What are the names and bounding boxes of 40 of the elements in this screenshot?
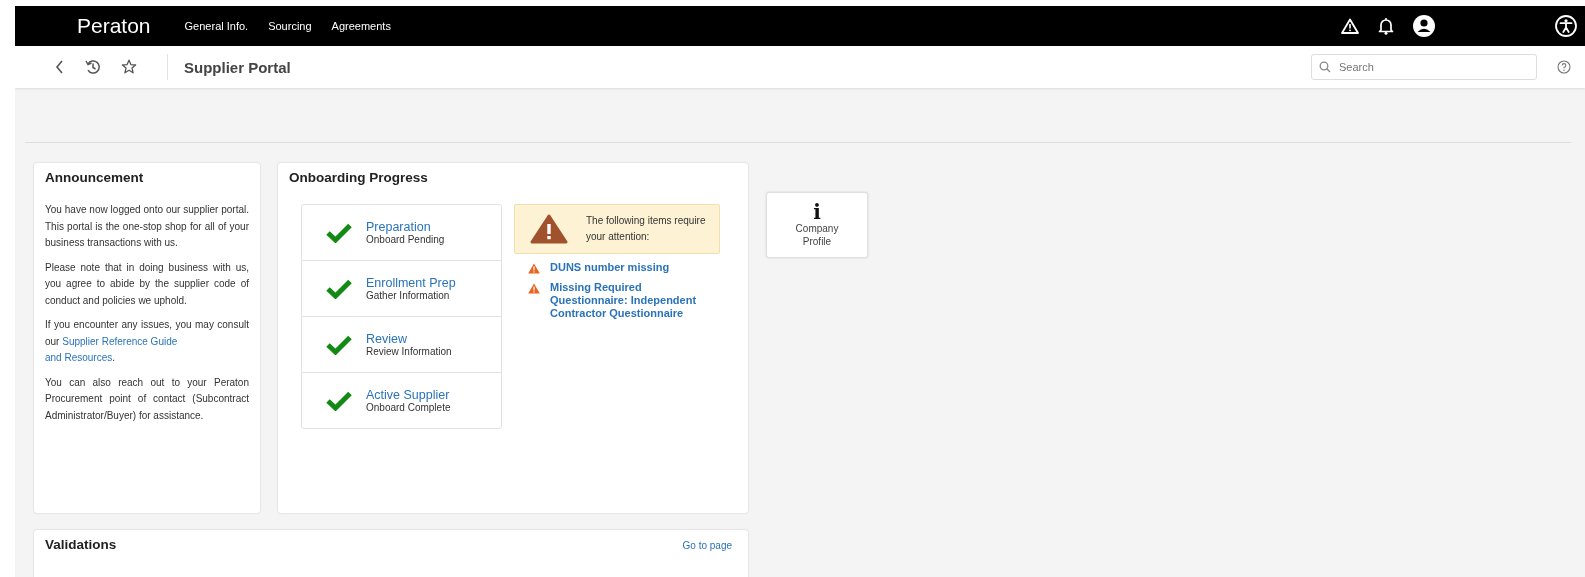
warning-icon (528, 263, 540, 274)
accessibility-icon[interactable] (1555, 15, 1577, 37)
reference-guide-link[interactable]: Supplier Reference Guide (62, 335, 178, 347)
page-title: Supplier Portal (184, 58, 291, 76)
help-icon[interactable] (1557, 60, 1571, 74)
card-title: Announcement (45, 170, 145, 185)
announcement-text: You can also reach out to your Peraton Procurement point of contact (Subcontract Administrator/Buyer) for assistance. (45, 375, 249, 423)
go-to-page-link[interactable]: Go to page (682, 540, 732, 551)
back-icon[interactable] (55, 60, 65, 74)
issue-link[interactable]: DUNS number missing (550, 261, 670, 274)
nav-link[interactable]: Agreements (331, 20, 391, 32)
search-icon (1319, 61, 1331, 73)
step-status: Gather Information (366, 290, 451, 301)
user-avatar-icon[interactable] (1413, 15, 1435, 37)
step-status: Onboard Pending (366, 234, 445, 245)
nav-link[interactable]: General Info. (184, 20, 249, 32)
step-status: Onboard Complete (366, 402, 451, 413)
step-status: Review Information (366, 346, 452, 357)
announcement-text: If you encounter any issues, you may consult our Supplier Reference Guide and Resources. (45, 318, 249, 365)
card-title: Onboarding Progress (289, 170, 429, 185)
warning-icon (528, 283, 540, 294)
step-link[interactable]: Enrollment Prep (366, 276, 456, 290)
step-link[interactable]: Preparation (366, 220, 445, 234)
card-title: Validations (45, 537, 117, 552)
announcement-text: You have now logged onto our supplier portal. This portal is the one-stop shop for all of your business transactions with us. (45, 203, 249, 250)
step-link[interactable]: Review (366, 332, 452, 346)
announcement-text: Please note that in doing business with us, you agree to abide by the supplier code of conduct and policies we uphold. (45, 260, 249, 308)
warning-icon (530, 214, 568, 244)
logo[interactable]: Peraton (77, 14, 151, 38)
search-field[interactable]: Search (1311, 54, 1537, 80)
warning-icon[interactable] (1341, 18, 1359, 34)
bell-icon[interactable] (1378, 17, 1394, 35)
info-icon: i (813, 202, 821, 222)
star-icon[interactable] (121, 59, 137, 75)
history-icon[interactable] (85, 59, 101, 75)
nav-link[interactable]: Sourcing (268, 20, 312, 32)
alert-text: The following items require your attention: (586, 214, 707, 244)
company-profile-tile[interactable]: i Company Profile (766, 192, 868, 258)
step-link[interactable]: Active Supplier (366, 388, 451, 402)
issue-link[interactable]: Missing Required Questionnaire: Independent Contractor Questionnaire (550, 281, 720, 320)
